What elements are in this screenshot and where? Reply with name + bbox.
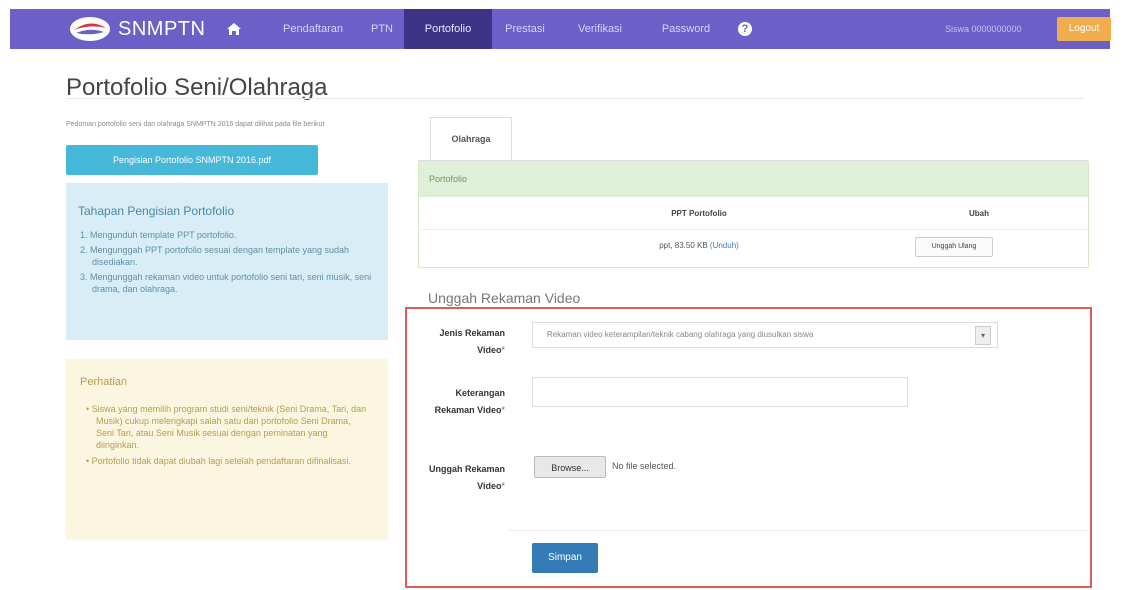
nav-portofolio[interactable]: Portofolio — [404, 9, 492, 49]
video-type-label: Jenis Rekaman Video* — [439, 328, 505, 355]
step-item: 2. Mengunggah PPT portofolio sesuai deng… — [80, 245, 350, 267]
video-description-input[interactable] — [532, 377, 908, 407]
logout-button[interactable]: Logout — [1057, 17, 1111, 41]
column-header-ppt: PPT Portofolio — [671, 209, 727, 218]
home-icon[interactable] — [226, 21, 242, 37]
save-button[interactable]: Simpan — [532, 543, 598, 573]
brand-name[interactable]: SNMPTN — [118, 18, 205, 41]
steps-list: 1. Mengunduh template PPT portofolio. 2.… — [80, 229, 375, 298]
nav-ptn[interactable]: PTN — [362, 9, 402, 49]
snmptn-logo-icon[interactable] — [68, 16, 112, 42]
notice-title: Perhatian — [80, 376, 128, 388]
video-section-title: Unggah Rekaman Video — [428, 290, 581, 306]
file-status-text: No file selected. — [612, 461, 677, 471]
top-navbar: SNMPTN Pendaftaran PTN Portofolio Presta… — [10, 9, 1111, 49]
nav-prestasi[interactable]: Prestasi — [496, 9, 554, 49]
notice-box: Perhatian • Siswa yang memilih program s… — [66, 359, 388, 540]
file-size-text: ppt, 83.50 KB — [659, 241, 708, 250]
steps-info-box: Tahapan Pengisian Portofolio 1. Mengundu… — [66, 183, 388, 340]
file-info-cell: ppt, 83.50 KB (Unduh) — [579, 241, 819, 250]
notice-item: • Siswa yang memilih program studi seni/… — [86, 404, 367, 450]
intro-text: Pedoman portofolio seni dan olahraga SNM… — [66, 121, 325, 128]
help-icon[interactable]: ? — [738, 22, 752, 36]
form-divider — [508, 530, 1088, 531]
notice-item: • Portofolio tidak dapat diubah lagi set… — [86, 456, 351, 466]
browse-file-button[interactable]: Browse... — [534, 456, 606, 478]
user-id: Siswa 0000000000 — [945, 24, 1022, 34]
panel-heading: Portofolio — [419, 161, 1088, 197]
video-description-label: Keterangan Rekaman Video* — [434, 388, 505, 415]
download-guide-button[interactable]: Pengisian Portofolio SNMPTN 2016.pdf — [66, 145, 318, 175]
column-header-ubah: Ubah — [969, 209, 989, 218]
portfolio-panel: Portofolio PPT Portofolio Ubah ppt, 83.5… — [418, 161, 1089, 268]
step-item: 3. Mengunggah rekaman video untuk portof… — [80, 272, 372, 294]
chevron-down-icon[interactable]: ▾ — [975, 326, 991, 345]
download-file-link[interactable]: (Unduh) — [710, 241, 739, 250]
nav-verifikasi[interactable]: Verifikasi — [562, 9, 638, 49]
video-form-highlight — [405, 307, 1092, 588]
video-type-select[interactable]: Rekaman video keterampilan/teknik cabang… — [532, 322, 998, 348]
nav-pendaftaran[interactable]: Pendaftaran — [268, 9, 358, 49]
video-upload-label: Unggah Rekaman Video* — [428, 464, 505, 491]
title-divider — [66, 98, 1084, 99]
notice-list: • Siswa yang memilih program studi seni/… — [86, 403, 371, 471]
steps-title: Tahapan Pengisian Portofolio — [78, 204, 235, 218]
reupload-button[interactable]: Unggah Ulang — [915, 237, 993, 257]
tab-olahraga[interactable]: Olahraga — [430, 117, 512, 161]
table-row-divider — [419, 229, 1088, 230]
video-type-selected: Rekaman video keterampilan/teknik cabang… — [547, 330, 814, 339]
step-item: 1. Mengunduh template PPT portofolio. — [80, 230, 237, 240]
nav-password[interactable]: Password — [646, 9, 726, 49]
